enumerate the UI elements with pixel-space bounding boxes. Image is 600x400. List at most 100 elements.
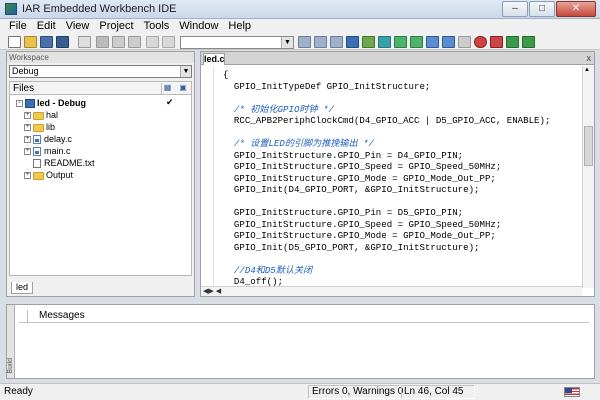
- tree-item-project[interactable]: - led - Debug: [16, 97, 86, 109]
- code-line: GPIO_Init(D5_GPIO_PORT, &GPIO_InitStruct…: [223, 241, 480, 253]
- menu-tools[interactable]: Tools: [139, 19, 175, 35]
- active-project-check-icon: ✔: [166, 97, 174, 107]
- navigate-back-icon[interactable]: [394, 36, 407, 48]
- tree-item-lib[interactable]: + lib: [24, 121, 55, 133]
- debug-icon[interactable]: [490, 36, 503, 48]
- code-editor: led.c x { GPIO_InitTypeDef GPIO_InitStru…: [200, 51, 595, 297]
- breakpoint-icon[interactable]: [474, 36, 487, 48]
- expand-icon[interactable]: +: [24, 136, 31, 144]
- tree-item-readme[interactable]: README.txt: [33, 157, 95, 169]
- paste-icon[interactable]: [128, 36, 141, 48]
- scroll-up-icon[interactable]: ▲: [584, 67, 590, 73]
- menu-bar: File Edit View Project Tools Window Help: [0, 19, 600, 35]
- text-file-icon: [33, 159, 41, 169]
- cut-icon[interactable]: [96, 36, 109, 48]
- workspace-tab-led[interactable]: led: [11, 282, 33, 294]
- code-line: GPIO_InitStructure.GPIO_Pin = D5_GPIO_PI…: [223, 207, 464, 218]
- expand-icon[interactable]: +: [24, 124, 31, 132]
- title-bar: IAR Embedded Workbench IDE – □ ✕: [0, 0, 600, 19]
- file-options-icon[interactable]: ▦: [161, 83, 173, 94]
- navigate-forward-icon[interactable]: [410, 36, 423, 48]
- find-previous-icon[interactable]: [314, 36, 327, 48]
- download-and-debug-icon[interactable]: [506, 36, 519, 48]
- print-icon[interactable]: [78, 36, 91, 48]
- folder-icon: [33, 111, 44, 120]
- messages-panel: Build Messages: [6, 304, 595, 379]
- menu-file[interactable]: File: [4, 19, 32, 35]
- overview-icon[interactable]: ▣: [177, 83, 189, 94]
- new-file-icon[interactable]: [8, 36, 21, 48]
- tree-item-hal[interactable]: + hal: [24, 109, 58, 121]
- code-line: GPIO_InitStructure.GPIO_Mode = GPIO_Mode…: [223, 172, 496, 184]
- minimize-button[interactable]: –: [502, 1, 528, 17]
- find-next-icon[interactable]: [298, 36, 311, 48]
- maximize-button[interactable]: □: [529, 1, 555, 17]
- menu-project[interactable]: Project: [94, 19, 138, 35]
- code-comment-line: /* 设置LED的引脚为推挽输出 */: [223, 138, 374, 149]
- expand-icon[interactable]: +: [24, 148, 31, 156]
- configuration-value: Debug: [12, 66, 39, 76]
- expand-icon[interactable]: +: [24, 172, 31, 180]
- cursor-position: Ln 46, Col 45: [404, 386, 464, 397]
- toolbar: ▼: [0, 35, 600, 50]
- status-bar: Ready Errors 0, Warnings 0 Ln 46, Col 45: [0, 383, 600, 400]
- tree-item-label: led - Debug: [37, 98, 86, 108]
- save-icon[interactable]: [40, 36, 53, 48]
- next-bookmark-icon[interactable]: [378, 36, 391, 48]
- status-text: Ready: [4, 386, 33, 397]
- close-tab-icon[interactable]: x: [587, 53, 592, 63]
- menu-edit[interactable]: Edit: [32, 19, 61, 35]
- code-comment-line: /* 初始化GPIO时钟 */: [223, 103, 334, 115]
- code-area[interactable]: { GPIO_InitTypeDef GPIO_InitStructure; /…: [223, 69, 579, 287]
- make-icon[interactable]: [442, 36, 455, 48]
- menu-help[interactable]: Help: [223, 19, 256, 35]
- files-header-label: Files: [13, 83, 35, 94]
- code-line: GPIO_InitStructure.GPIO_Pin = D4_GPIO_PI…: [223, 149, 464, 161]
- editor-gutter[interactable]: [201, 66, 214, 288]
- tree-item-main[interactable]: + main.c: [24, 145, 71, 157]
- close-button[interactable]: ✕: [556, 1, 596, 17]
- tree-item-label: Output: [46, 170, 74, 180]
- open-folder-icon[interactable]: [24, 36, 37, 48]
- copy-icon[interactable]: [112, 36, 125, 48]
- code-line: GPIO_InitStructure.GPIO_Speed = GPIO_Spe…: [223, 218, 502, 230]
- tree-item-delay[interactable]: + delay.c: [24, 133, 72, 145]
- tree-item-output[interactable]: + Output: [24, 169, 73, 181]
- menu-window[interactable]: Window: [174, 19, 223, 35]
- files-header: Files ▦ ▣: [9, 81, 192, 95]
- code-line: GPIO_InitTypeDef GPIO_InitStructure;: [223, 80, 431, 92]
- column-divider: [27, 310, 28, 322]
- tree-item-label: lib: [46, 122, 56, 132]
- scrollbar-thumb[interactable]: [584, 126, 593, 166]
- undo-icon[interactable]: [146, 36, 159, 48]
- vertical-scrollbar[interactable]: ▲: [582, 66, 594, 288]
- bookmark-icon[interactable]: [362, 36, 375, 48]
- editor-tab-led-c[interactable]: led.c: [203, 53, 225, 65]
- horizontal-scrollbar[interactable]: ◀▶ ◀: [201, 286, 582, 296]
- build-tab-label: Build: [7, 358, 14, 374]
- redo-icon[interactable]: [162, 36, 175, 48]
- tree-item-label: main.c: [44, 146, 71, 156]
- chevron-down-icon[interactable]: ▼: [180, 66, 191, 77]
- menu-view[interactable]: View: [61, 19, 95, 35]
- build-side-tab[interactable]: Build: [7, 305, 15, 378]
- editor-tab-bar: led.c x: [201, 52, 594, 65]
- folder-icon: [33, 123, 44, 132]
- stop-build-icon[interactable]: [458, 36, 471, 48]
- code-line: {: [223, 69, 229, 80]
- save-all-icon[interactable]: [56, 36, 69, 48]
- debug-without-download-icon[interactable]: [522, 36, 535, 48]
- chevron-down-icon[interactable]: ▼: [281, 37, 293, 48]
- scroll-arrows-icon[interactable]: ◀▶ ◀: [203, 287, 221, 295]
- replace-icon[interactable]: [330, 36, 343, 48]
- app-icon: [5, 3, 17, 15]
- collapse-icon[interactable]: -: [16, 100, 23, 108]
- configuration-select[interactable]: Debug ▼: [9, 65, 192, 78]
- goto-icon[interactable]: [346, 36, 359, 48]
- expand-icon[interactable]: +: [24, 112, 31, 120]
- us-flag-icon[interactable]: [564, 387, 580, 397]
- compile-icon[interactable]: [426, 36, 439, 48]
- find-combo[interactable]: ▼: [180, 36, 294, 49]
